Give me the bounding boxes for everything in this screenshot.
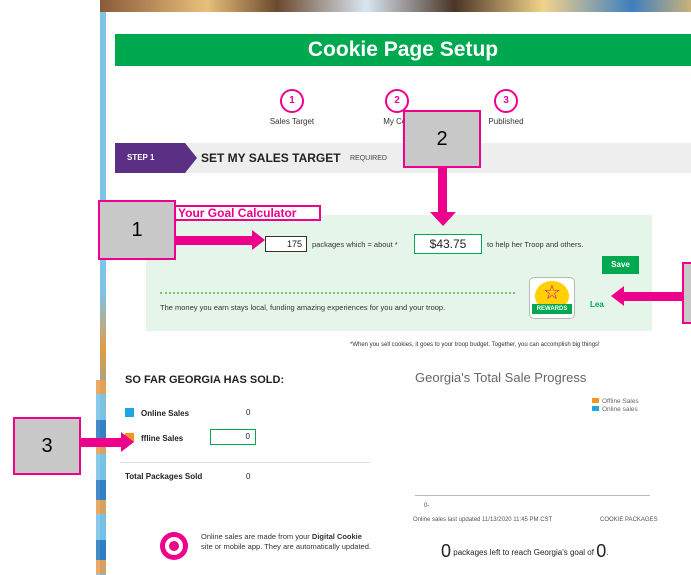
sales-divider bbox=[120, 462, 370, 463]
progress-chart-axis bbox=[415, 495, 650, 496]
callout-4 bbox=[682, 262, 691, 324]
total-packages-label: Total Packages Sold bbox=[125, 472, 203, 481]
offline-sales-label: ffline Sales bbox=[141, 434, 184, 443]
online-note-text: Online sales are made from your bbox=[201, 532, 310, 541]
save-button[interactable]: Save bbox=[602, 256, 639, 274]
step-title: SET MY SALES TARGET bbox=[201, 151, 341, 165]
progress-zero-tick: 0- bbox=[424, 503, 430, 509]
legend-offline: Offline Sales bbox=[592, 398, 639, 405]
legend-online: Online sales bbox=[592, 406, 639, 413]
callout-1: 1 bbox=[98, 200, 176, 260]
money-estimate-field: $43.75 bbox=[414, 234, 482, 254]
background-photo-strip bbox=[100, 0, 691, 12]
learn-more-link[interactable]: Lea bbox=[590, 300, 604, 309]
online-sales-note: Online sales are made from your Digital … bbox=[201, 532, 371, 552]
online-note-text-after: site or mobile app. They are automatical… bbox=[201, 542, 371, 551]
rewards-ribbon: REWARDS bbox=[532, 304, 572, 314]
goal-period: . bbox=[606, 548, 609, 557]
callout-1-arrow bbox=[176, 236, 254, 245]
callout-1-arrowhead bbox=[252, 230, 265, 250]
packages-goal-input[interactable]: 175 bbox=[265, 236, 307, 252]
goal-count: 0 bbox=[596, 541, 607, 561]
step-badge: STEP 1 bbox=[115, 143, 197, 173]
total-packages-value: 0 bbox=[246, 472, 251, 481]
callout-3-arrowhead bbox=[121, 432, 134, 452]
cookie-packages-axis-label: COOKIE PACKAGES bbox=[600, 517, 658, 523]
required-label: REQUIRED bbox=[350, 155, 387, 162]
digital-cookie-link[interactable]: Digital Cookie bbox=[312, 532, 362, 541]
online-sales-value: 0 bbox=[246, 408, 251, 417]
packages-left-summary: 0 packages left to reach Georgia's goal … bbox=[441, 541, 608, 562]
help-troop-text: to help her Troop and others. bbox=[487, 240, 584, 249]
callout-2-arrowhead bbox=[430, 212, 456, 226]
online-sales-row: Online Sales bbox=[125, 408, 189, 418]
legend-online-swatch bbox=[592, 406, 599, 411]
packages-text: packages which = about * bbox=[312, 240, 398, 249]
offline-sales-input[interactable]: 0 bbox=[210, 429, 256, 445]
page-title: Cookie Page Setup bbox=[115, 34, 691, 66]
step-number-3: 3 bbox=[494, 89, 518, 113]
callout-3: 3 bbox=[13, 417, 81, 475]
legend-offline-label: Offline Sales bbox=[602, 398, 639, 405]
progress-chart-title: Georgia's Total Sale Progress bbox=[415, 370, 587, 385]
step-number-1: 1 bbox=[280, 89, 304, 113]
callout-2: 2 bbox=[403, 110, 481, 168]
sales-summary-title: SO FAR GEORGIA HAS SOLD: bbox=[125, 374, 285, 386]
packages-left-count: 0 bbox=[441, 541, 452, 561]
callout-4-arrow bbox=[624, 292, 682, 301]
target-icon bbox=[160, 532, 188, 560]
background-left-photo bbox=[96, 380, 106, 575]
legend-online-label: Online sales bbox=[602, 406, 638, 413]
goal-calculator-panel bbox=[146, 215, 652, 331]
progress-chart-legend: Offline Sales Online sales bbox=[592, 398, 639, 414]
money-local-note: The money you earn stays local, funding … bbox=[160, 303, 446, 312]
online-sales-swatch bbox=[125, 408, 134, 417]
rewards-badge[interactable]: ☆ REWARDS bbox=[529, 277, 575, 319]
troop-budget-footnote: *When you sell cookies, it goes to your … bbox=[350, 342, 600, 348]
online-updated-text: Online sales last updated 11/13/2020 11:… bbox=[413, 517, 553, 523]
callout-4-arrowhead bbox=[611, 286, 624, 306]
packages-left-text: packages left to reach Georgia's goal of bbox=[453, 548, 594, 557]
step-sales-target[interactable]: 1 Sales Target bbox=[252, 89, 332, 126]
dotted-divider bbox=[160, 292, 515, 294]
online-sales-label: Online Sales bbox=[141, 409, 190, 418]
step-label-sales-target: Sales Target bbox=[269, 117, 315, 126]
target-icon-center bbox=[169, 541, 179, 551]
goal-calculator-tab: Your Goal Calculator bbox=[165, 205, 321, 221]
legend-offline-swatch bbox=[592, 398, 599, 403]
star-icon: ☆ bbox=[543, 282, 561, 304]
callout-2-arrow bbox=[438, 168, 447, 214]
callout-3-arrow bbox=[81, 438, 123, 447]
